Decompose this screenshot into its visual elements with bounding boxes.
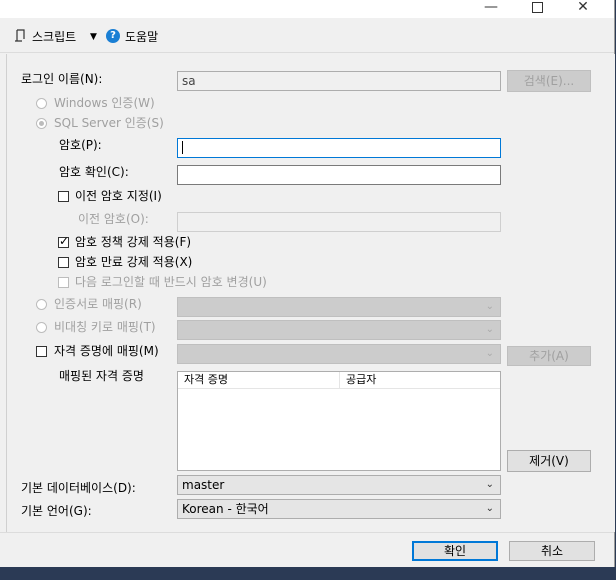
default-lang-label: 기본 언어(G):: [21, 504, 92, 518]
password-field[interactable]: [177, 138, 501, 158]
default-db-label: 기본 데이터베이스(D):: [21, 481, 136, 495]
credential-combo[interactable]: ⌄: [177, 344, 501, 364]
old-password-field[interactable]: [177, 212, 501, 232]
mapped-credentials-list[interactable]: 자격 증명 공급자: [177, 371, 501, 471]
chevron-down-icon: ⌄: [485, 479, 494, 490]
specify-old-password-label: 이전 암호 지정(I): [75, 189, 162, 203]
script-button[interactable]: 스크립트: [32, 28, 76, 46]
cancel-button[interactable]: 취소: [509, 541, 595, 561]
default-db-value: master: [182, 478, 225, 492]
chevron-down-icon: ⌄: [485, 301, 494, 312]
default-lang-combo[interactable]: Korean - 한국어 ⌄: [177, 499, 501, 519]
general-page: 로그인 이름(N): sa 검색(E)... Windows 인증(W) SQL…: [6, 54, 615, 532]
specify-old-password-checkbox[interactable]: [58, 191, 69, 202]
credential-mapping-checkbox[interactable]: [36, 346, 47, 357]
confirm-password-field[interactable]: [177, 165, 501, 185]
title-bar: — ✕: [0, 0, 614, 18]
default-lang-value: Korean - 한국어: [182, 502, 269, 516]
sql-auth-label: SQL Server 인증(S): [54, 116, 164, 130]
minimize-button[interactable]: —: [468, 0, 514, 18]
windows-auth-label: Windows 인증(W): [54, 96, 155, 110]
login-name-field[interactable]: sa: [177, 71, 501, 91]
must-change-label: 다음 로그인할 때 반드시 암호 변경(U): [75, 275, 267, 289]
enforce-expiration-label: 암호 만료 강제 적용(X): [75, 255, 193, 269]
enforce-policy-label: 암호 정책 강제 적용(F): [75, 235, 192, 249]
cert-mapping-label: 인증서로 매핑(R): [54, 297, 142, 311]
old-password-label: 이전 암호(O):: [78, 212, 149, 226]
remove-button[interactable]: 제거(V): [507, 450, 591, 472]
column-header-provider[interactable]: 공급자: [340, 372, 500, 388]
cert-mapping-radio[interactable]: [36, 299, 47, 310]
help-icon: ?: [106, 29, 120, 43]
asym-key-mapping-combo[interactable]: ⌄: [177, 320, 501, 340]
script-dropdown-icon[interactable]: ▼: [90, 28, 97, 46]
add-button[interactable]: 추가(A): [507, 346, 591, 366]
column-header-credential[interactable]: 자격 증명: [178, 372, 340, 388]
windows-auth-radio[interactable]: [36, 98, 47, 109]
script-icon: [15, 29, 25, 42]
mapped-credentials-label: 매핑된 자격 증명: [59, 369, 144, 383]
must-change-checkbox[interactable]: [58, 277, 69, 288]
dialog-footer: 확인 취소: [0, 532, 614, 567]
help-button[interactable]: 도움말: [125, 28, 158, 46]
confirm-password-label: 암호 확인(C):: [59, 165, 129, 179]
enforce-policy-checkbox[interactable]: [58, 234, 69, 248]
close-icon: ✕: [577, 0, 589, 15]
chevron-down-icon: ⌄: [485, 348, 494, 359]
login-properties-window: — ✕ 스크립트 ▼ ? 도움말 로그인 이름(N): sa 검색(E)... …: [0, 0, 615, 567]
toolbar: 스크립트 ▼ ? 도움말: [0, 20, 614, 53]
password-label: 암호(P):: [59, 138, 102, 152]
asym-key-mapping-radio[interactable]: [36, 322, 47, 333]
maximize-button[interactable]: [514, 0, 560, 18]
list-header: 자격 증명 공급자: [178, 372, 500, 389]
login-name-label: 로그인 이름(N):: [21, 72, 103, 86]
cert-mapping-combo[interactable]: ⌄: [177, 297, 501, 317]
text-caret: [182, 141, 183, 154]
ok-button[interactable]: 확인: [412, 541, 498, 561]
chevron-down-icon: ⌄: [485, 324, 494, 335]
sql-auth-radio[interactable]: [36, 118, 47, 129]
enforce-expiration-checkbox[interactable]: [58, 257, 69, 268]
chevron-down-icon: ⌄: [485, 503, 494, 514]
maximize-icon: [531, 2, 543, 13]
asym-key-mapping-label: 비대칭 키로 매핑(T): [54, 320, 156, 334]
search-button[interactable]: 검색(E)...: [507, 70, 591, 92]
credential-mapping-label: 자격 증명에 매핑(M): [54, 344, 159, 358]
close-button[interactable]: ✕: [560, 0, 606, 18]
default-db-combo[interactable]: master ⌄: [177, 475, 501, 495]
minimize-icon: —: [484, 0, 498, 15]
